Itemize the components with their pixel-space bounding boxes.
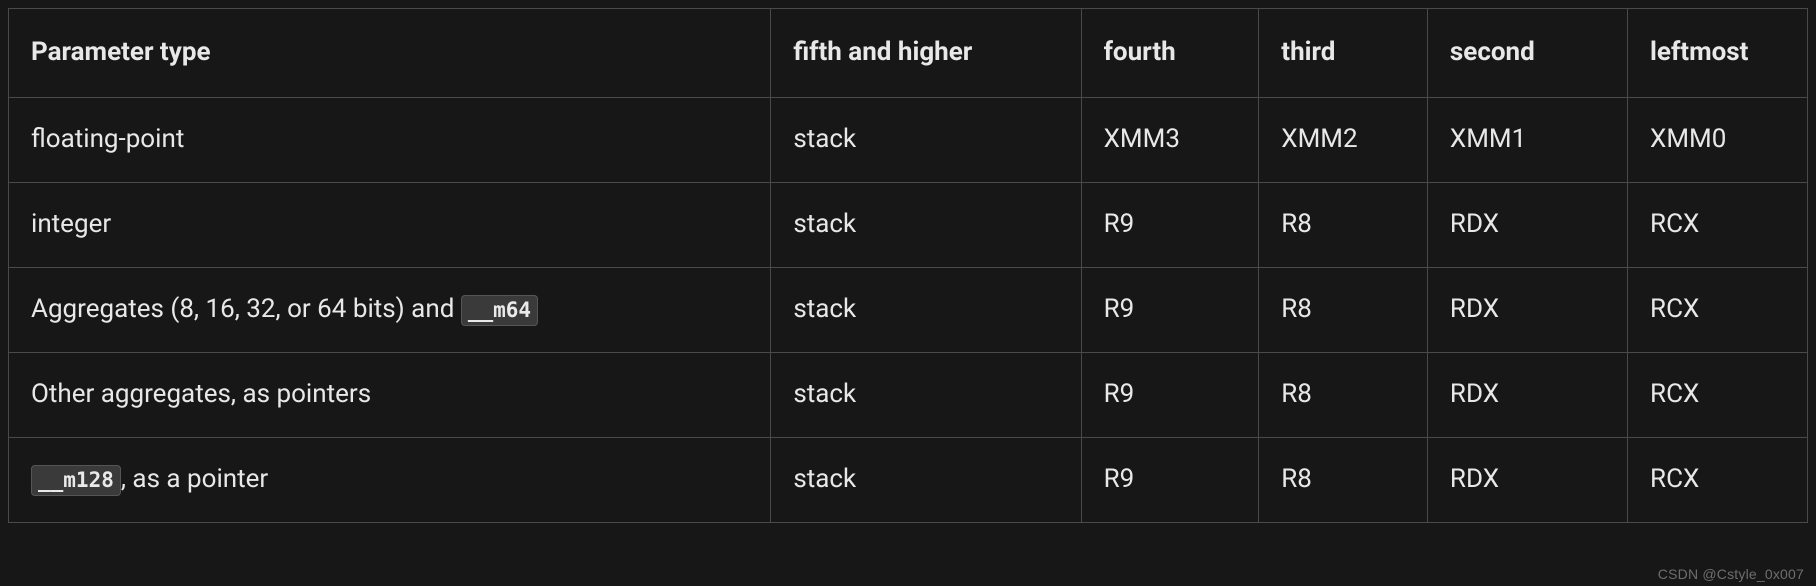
table-row: integer stack R9 R8 RDX RCX [9, 183, 1808, 268]
col-header: fifth and higher [771, 9, 1081, 98]
parameter-register-table: Parameter type fifth and higher fourth t… [8, 8, 1808, 523]
cell: XMM0 [1628, 98, 1808, 183]
cell: R9 [1081, 438, 1259, 523]
cell: stack [771, 98, 1081, 183]
cell: RDX [1427, 353, 1627, 438]
col-header: second [1427, 9, 1627, 98]
param-type-cell: Other aggregates, as pointers [9, 353, 771, 438]
cell: R8 [1259, 183, 1428, 268]
watermark: CSDN @Cstyle_0x007 [1658, 566, 1804, 582]
cell: R9 [1081, 183, 1259, 268]
table-row: __m128, as a pointer stack R9 R8 RDX RCX [9, 438, 1808, 523]
cell: R9 [1081, 353, 1259, 438]
cell: stack [771, 438, 1081, 523]
cell: stack [771, 268, 1081, 353]
cell: R8 [1259, 438, 1428, 523]
cell: RCX [1628, 183, 1808, 268]
col-header: Parameter type [9, 9, 771, 98]
col-header: fourth [1081, 9, 1259, 98]
table-row: Aggregates (8, 16, 32, or 64 bits) and _… [9, 268, 1808, 353]
col-header: third [1259, 9, 1428, 98]
cell: R8 [1259, 268, 1428, 353]
cell: RDX [1427, 438, 1627, 523]
cell: RCX [1628, 268, 1808, 353]
param-type-cell: integer [9, 183, 771, 268]
code-token: __m64 [461, 295, 538, 326]
cell: XMM1 [1427, 98, 1627, 183]
cell: RCX [1628, 353, 1808, 438]
cell: RCX [1628, 438, 1808, 523]
cell: XMM3 [1081, 98, 1259, 183]
cell: stack [771, 183, 1081, 268]
cell: RDX [1427, 268, 1627, 353]
table-row: Other aggregates, as pointers stack R9 R… [9, 353, 1808, 438]
cell: XMM2 [1259, 98, 1428, 183]
param-type-cell: __m128, as a pointer [9, 438, 771, 523]
cell: stack [771, 353, 1081, 438]
table-row: floating-point stack XMM3 XMM2 XMM1 XMM0 [9, 98, 1808, 183]
code-token: __m128 [31, 465, 121, 496]
cell: R9 [1081, 268, 1259, 353]
cell: RDX [1427, 183, 1627, 268]
param-type-cell: floating-point [9, 98, 771, 183]
cell: R8 [1259, 353, 1428, 438]
table-header-row: Parameter type fifth and higher fourth t… [9, 9, 1808, 98]
col-header: leftmost [1628, 9, 1808, 98]
param-type-cell: Aggregates (8, 16, 32, or 64 bits) and _… [9, 268, 771, 353]
